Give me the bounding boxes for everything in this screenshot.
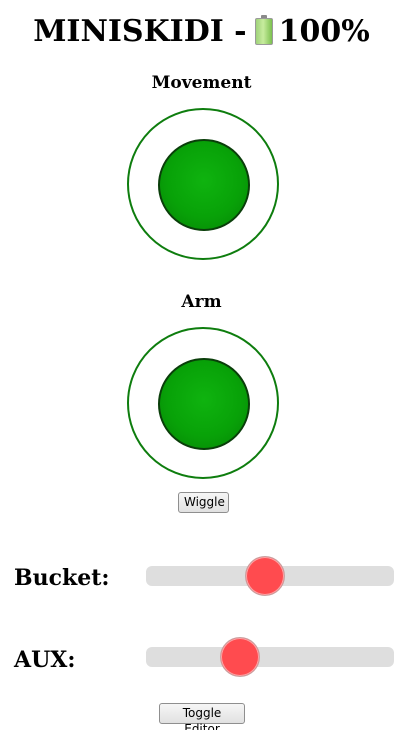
title-text: MINISKIDI - <box>33 14 247 49</box>
aux-label: AUX: <box>14 647 76 673</box>
battery-icon <box>254 15 273 45</box>
movement-joystick[interactable] <box>127 108 279 260</box>
toggle-editor-button[interactable]: Toggle Editor <box>159 703 245 730</box>
arm-joystick[interactable] <box>127 327 279 479</box>
movement-joystick-knob[interactable] <box>158 139 250 231</box>
wiggle-button[interactable]: Wiggle <box>178 492 229 513</box>
arm-joystick-knob[interactable] <box>158 358 250 450</box>
bucket-slider-thumb[interactable] <box>245 556 286 596</box>
bucket-slider-track[interactable] <box>146 556 394 596</box>
arm-label: Arm <box>181 292 222 312</box>
page-title: MINISKIDI - 100% <box>0 10 403 54</box>
battery-level: 100% <box>278 14 370 49</box>
miniskidi-controller-page: MINISKIDI - 100% Movement Arm Wiggle Buck… <box>0 0 403 730</box>
aux-slider-track[interactable] <box>146 637 394 677</box>
movement-label: Movement <box>151 73 252 93</box>
aux-slider-thumb[interactable] <box>220 637 261 677</box>
bucket-label: Bucket: <box>14 565 110 591</box>
